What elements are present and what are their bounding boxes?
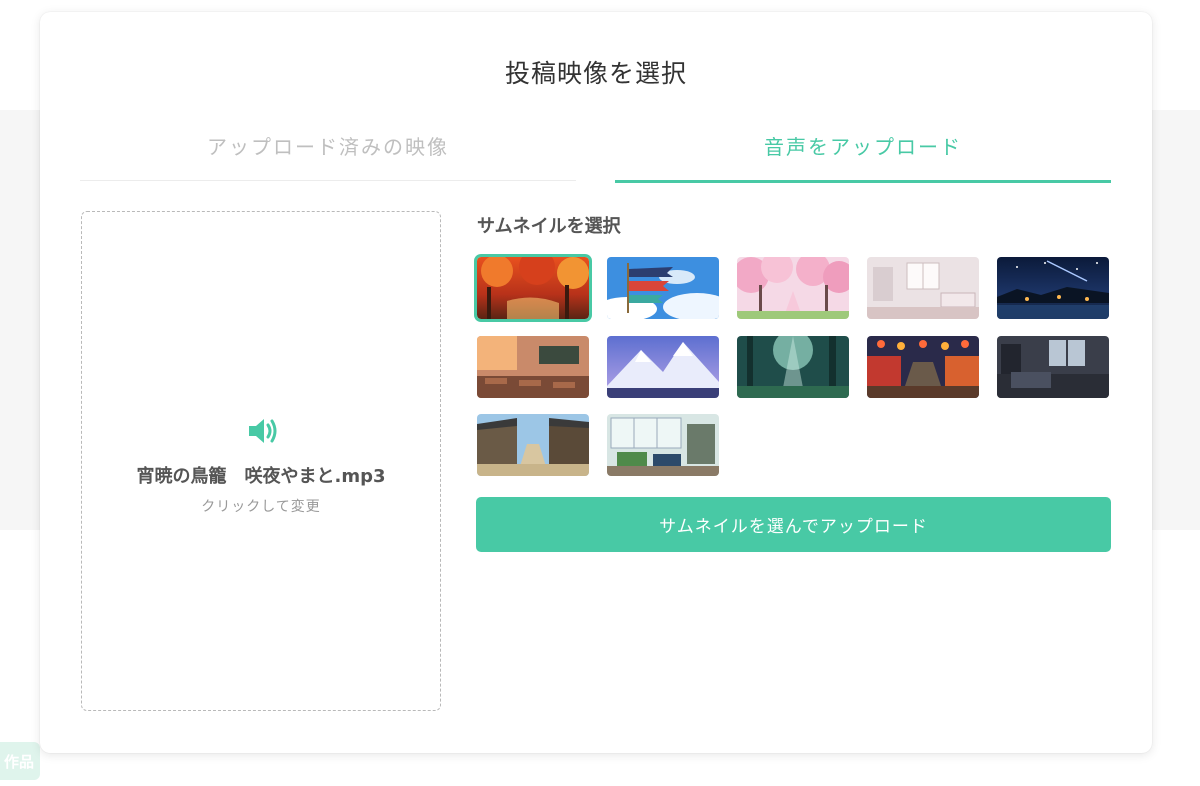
audio-file-name: 宵暁の鳥籠 咲夜やまと.mp3 bbox=[136, 466, 386, 487]
side-badge[interactable]: 作品 bbox=[0, 742, 40, 780]
thumbnail-heading: サムネイルを選択 bbox=[477, 216, 621, 237]
thumbnail-festival-street[interactable] bbox=[867, 336, 979, 398]
thumbnail-old-town-street[interactable] bbox=[477, 414, 589, 476]
thumbnail-autumn-forest[interactable] bbox=[474, 254, 592, 322]
thumbnail-night-lake[interactable] bbox=[997, 257, 1109, 319]
snow-mountain-image bbox=[607, 336, 719, 398]
audio-dropzone[interactable]: 宵暁の鳥籠 咲夜やまと.mp3 クリックして変更 bbox=[81, 211, 441, 711]
modal-title: 投稿映像を選択 bbox=[504, 59, 687, 88]
thumbnail-sunset-classroom[interactable] bbox=[477, 336, 589, 398]
greenhouse-cafe-image bbox=[607, 414, 719, 476]
upload-modal: 投稿映像を選択 アップロード済みの映像 音声をアップロード 宵暁の鳥籠 咲夜やま… bbox=[40, 12, 1152, 753]
forest-light-image bbox=[737, 336, 849, 398]
thumbnail-greenhouse-cafe[interactable] bbox=[607, 414, 719, 476]
dark-room-image bbox=[997, 336, 1109, 398]
cherry-blossom-image bbox=[737, 257, 849, 319]
thumbnail-bright-bedroom[interactable] bbox=[867, 257, 979, 319]
festival-street-image bbox=[867, 336, 979, 398]
tab-upload-audio[interactable]: 音声をアップロード bbox=[615, 136, 1111, 183]
change-file-hint: クリックして変更 bbox=[201, 499, 321, 515]
sunset-classroom-image bbox=[477, 336, 589, 398]
tab-uploaded-videos[interactable]: アップロード済みの映像 bbox=[80, 136, 576, 181]
thumbnail-koinobori-sky[interactable] bbox=[607, 257, 719, 319]
thumbnail-snow-mountain[interactable] bbox=[607, 336, 719, 398]
thumbnail-forest-light[interactable] bbox=[737, 336, 849, 398]
thumbnail-cherry-blossom-path[interactable] bbox=[737, 257, 849, 319]
speaker-icon bbox=[249, 419, 277, 443]
koinobori-sky-image bbox=[607, 257, 719, 319]
autumn-forest-image bbox=[477, 257, 589, 319]
night-lake-image bbox=[997, 257, 1109, 319]
upload-with-thumbnail-button[interactable]: サムネイルを選んでアップロード bbox=[476, 497, 1111, 552]
bright-bedroom-image bbox=[867, 257, 979, 319]
thumbnail-dark-room[interactable] bbox=[997, 336, 1109, 398]
tab-bar: アップロード済みの映像 音声をアップロード bbox=[80, 136, 1111, 183]
old-town-street-image bbox=[477, 414, 589, 476]
